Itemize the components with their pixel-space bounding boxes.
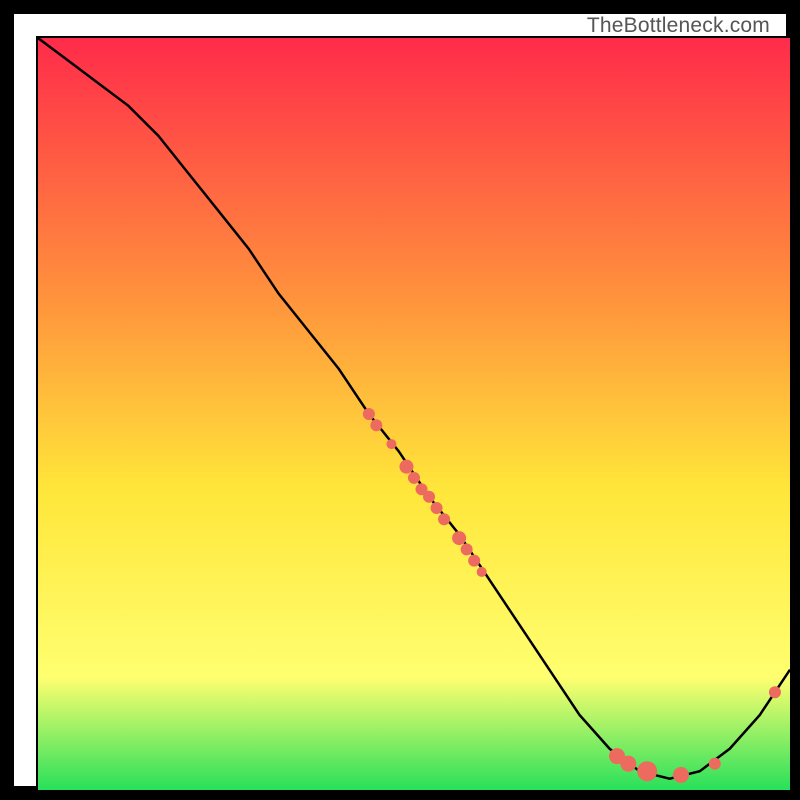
data-marker <box>461 543 473 555</box>
data-marker <box>408 472 420 484</box>
chart-frame: TheBottleneck.com <box>14 14 786 786</box>
data-marker <box>620 756 636 772</box>
data-marker <box>423 491 435 503</box>
data-marker <box>399 460 413 474</box>
data-marker <box>438 513 450 525</box>
data-marker <box>431 502 443 514</box>
plot-area <box>36 36 792 792</box>
data-marker <box>709 758 721 770</box>
gradient-background <box>38 38 790 790</box>
data-marker <box>468 555 480 567</box>
data-marker <box>370 419 382 431</box>
data-marker <box>769 686 781 698</box>
data-marker <box>452 531 466 545</box>
data-marker <box>637 761 657 781</box>
chart-svg <box>38 38 790 790</box>
data-marker <box>673 767 689 783</box>
data-marker <box>363 408 375 420</box>
data-marker <box>386 439 396 449</box>
data-marker <box>477 567 487 577</box>
watermark-label: TheBottleneck.com <box>587 14 770 38</box>
